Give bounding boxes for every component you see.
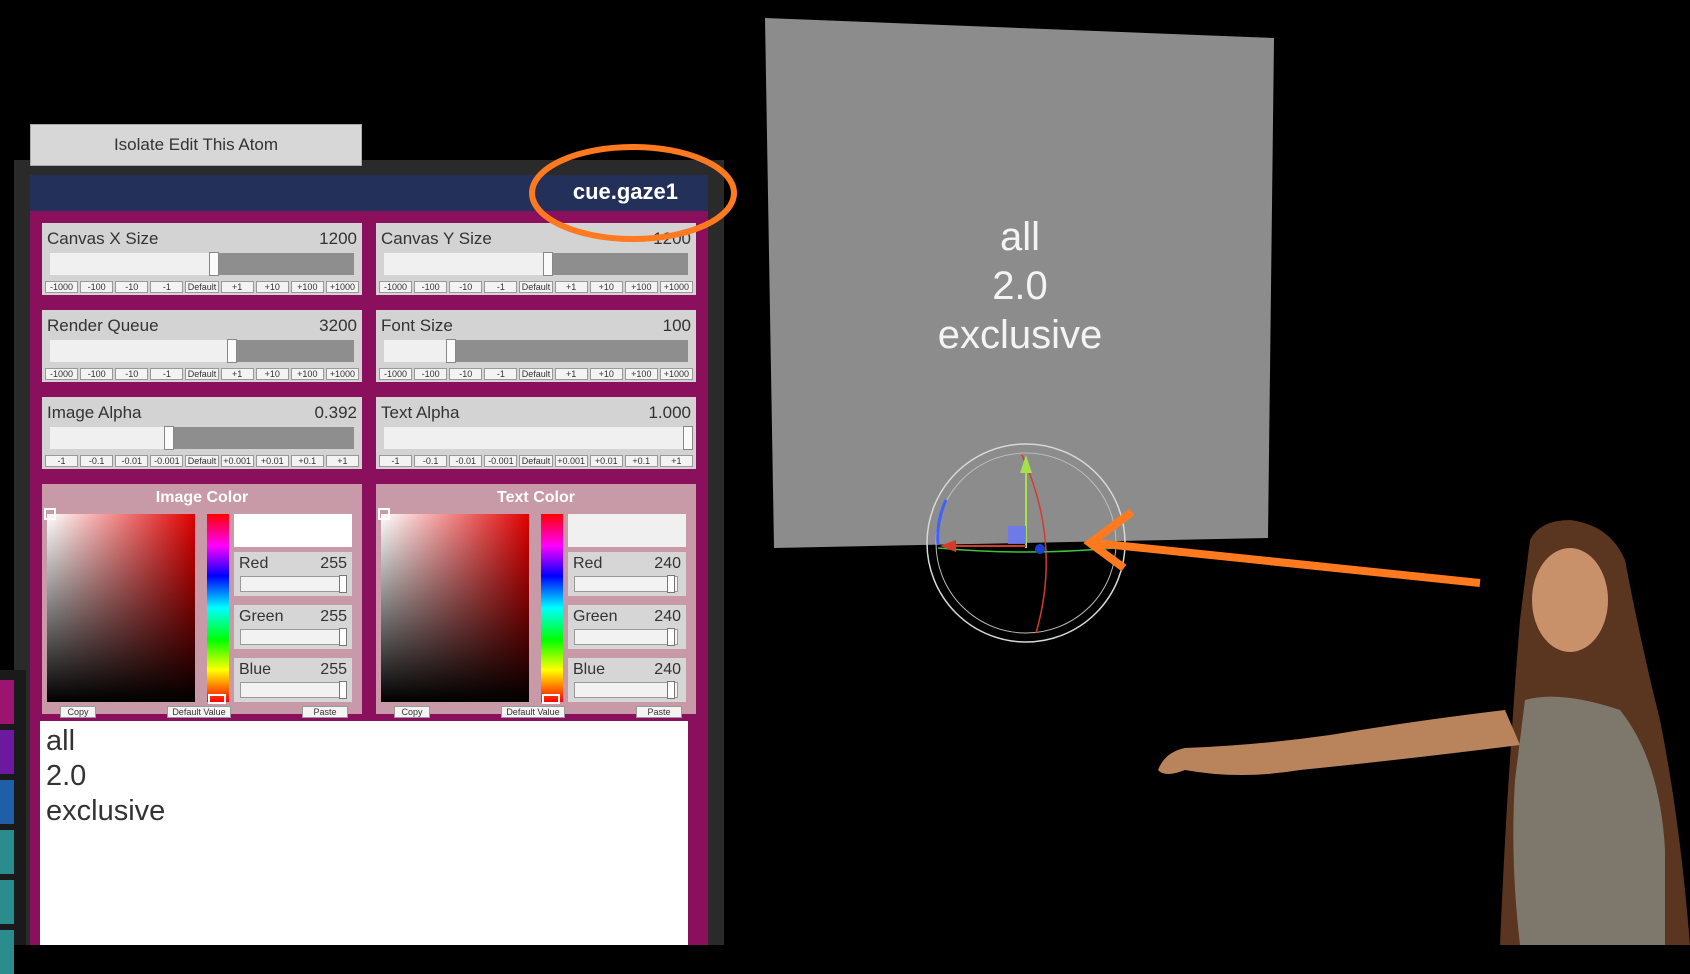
avatar-face (1532, 548, 1608, 652)
avatar-figure (1158, 520, 1690, 945)
avatar-arm (1158, 710, 1520, 775)
